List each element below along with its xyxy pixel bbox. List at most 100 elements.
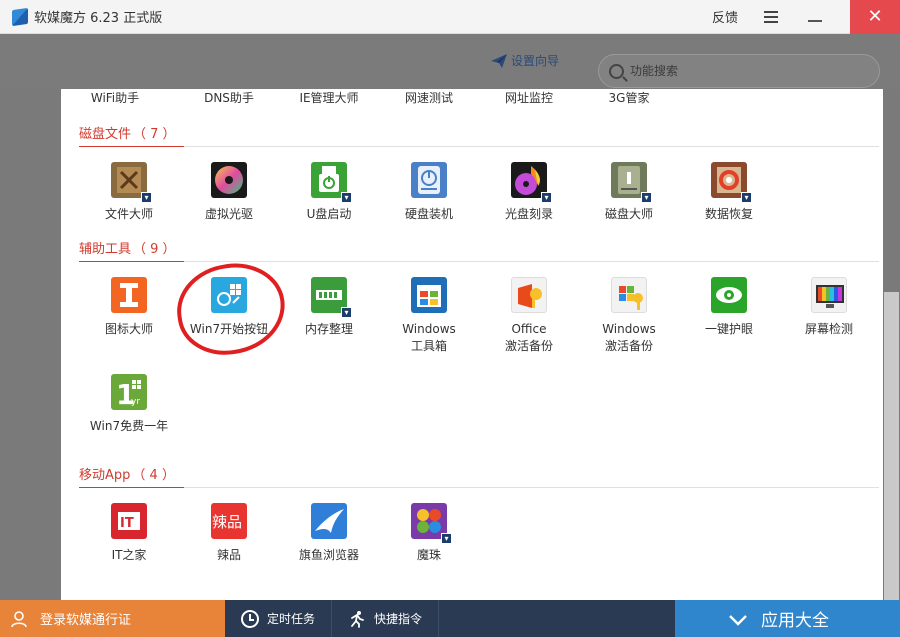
search-icon <box>609 63 624 79</box>
all-apps-label: 应用大全 <box>761 611 829 631</box>
app-logo-icon <box>12 7 28 26</box>
minimize-icon[interactable] <box>808 19 822 22</box>
tile-label: 图标大师 <box>104 322 153 336</box>
sailfish-browser-icon <box>311 503 347 539</box>
tile-label: 屏幕检测 <box>804 322 853 336</box>
tile-usb-boot[interactable]: ▾ U盘启动 <box>279 162 379 223</box>
tile-label: 文件大师 <box>104 207 153 221</box>
windows-activation-icon <box>611 277 647 313</box>
tile-data-recovery[interactable]: ▾ 数据恢复 <box>679 162 779 223</box>
paper-plane-icon <box>491 53 507 68</box>
magic-bead-icon: ▾ <box>411 503 452 544</box>
tile-label: 虚拟光驱 <box>204 207 253 221</box>
quick-commands-label: 快捷指令 <box>374 612 423 626</box>
tile-ithome[interactable]: IT IT之家 <box>79 503 179 564</box>
tile-screen-test[interactable]: 屏幕检测 <box>779 277 879 338</box>
vertical-scrollbar[interactable] <box>884 292 899 600</box>
tile-label: 光盘刻录 <box>504 207 553 221</box>
tile-label: Office 激活备份 <box>504 322 553 353</box>
tile-label: Windows 工具箱 <box>402 322 456 353</box>
clock-icon <box>241 609 259 628</box>
svg-text:yr: yr <box>131 397 140 407</box>
tile-label: 内存整理 <box>304 322 353 336</box>
tile-windows-toolbox[interactable]: Windows 工具箱 <box>379 277 479 355</box>
svg-text:IT: IT <box>120 516 134 531</box>
scheduled-tasks-button[interactable]: 定时任务 <box>225 600 333 637</box>
all-apps-button[interactable]: 应用大全 <box>675 600 900 637</box>
section-header-aux-tools: 辅助工具（ 9 ） <box>79 238 879 262</box>
disk-master-icon: ▾ <box>611 162 652 203</box>
office-activation-icon <box>511 277 547 313</box>
search-box[interactable] <box>598 54 880 88</box>
tile-label: 魔珠 <box>416 548 441 562</box>
network-tools-row: WiFi助手 DNS助手 IE管理大师 网速测试 网址监控 3G管家 <box>61 89 883 109</box>
tile-icon-master[interactable]: 图标大师 <box>79 277 179 338</box>
list-item[interactable]: 网速测试 <box>379 89 479 106</box>
tile-label: U盘启动 <box>306 207 352 221</box>
tile-label: 磁盘大师 <box>604 207 653 221</box>
tile-virtual-drive[interactable]: 虚拟光驱 <box>179 162 279 223</box>
lapin-icon: 辣品 <box>211 503 247 539</box>
title-bar: 软媒魔方 6.23 正式版 反馈 ✕ <box>0 0 900 34</box>
ithome-icon: IT <box>111 503 147 539</box>
list-item[interactable]: WiFi助手 <box>65 89 165 106</box>
window-title: 软媒魔方 6.23 正式版 <box>34 11 163 26</box>
login-label: 登录软媒通行证 <box>40 613 132 628</box>
tile-office-activation[interactable]: Office 激活备份 <box>479 277 579 355</box>
arrow-down-icon <box>729 614 747 626</box>
tile-disk-install[interactable]: 硬盘装机 <box>379 162 479 223</box>
tile-memory-cleanup[interactable]: ▾ 内存整理 <box>279 277 379 338</box>
quick-commands-button[interactable]: 快捷指令 <box>332 600 440 637</box>
tile-label: Windows 激活备份 <box>602 322 656 353</box>
windows-toolbox-icon <box>411 277 447 313</box>
tile-label: Win7免费一年 <box>89 419 169 433</box>
login-button[interactable]: 登录软媒通行证 <box>0 600 225 637</box>
tile-lapin[interactable]: 辣品 辣品 <box>179 503 279 564</box>
tile-eye-care[interactable]: 一键护眼 <box>679 277 779 338</box>
svg-text:辣品: 辣品 <box>212 513 242 531</box>
feedback-link[interactable]: 反馈 <box>712 7 738 26</box>
section-title: 移动App （ 4 ） <box>79 468 175 483</box>
close-button[interactable]: ✕ <box>850 0 900 34</box>
list-item[interactable]: IE管理大师 <box>279 89 379 106</box>
tile-label: 辣品 <box>216 548 241 562</box>
tile-windows-activation[interactable]: Windows 激活备份 <box>579 277 679 355</box>
section-header-mobile-apps: 移动App （ 4 ） <box>79 464 879 488</box>
tile-label: IT之家 <box>111 548 147 562</box>
file-master-icon: ▾ <box>111 162 152 203</box>
setup-guide-button[interactable]: 设置向导 <box>490 52 559 69</box>
virtual-drive-icon <box>211 162 247 198</box>
search-input[interactable] <box>630 64 850 78</box>
disk-install-icon <box>411 162 447 198</box>
highlight-circle <box>171 256 291 362</box>
tile-sailfish-browser[interactable]: 旗鱼浏览器 <box>279 503 379 564</box>
tile-disk-master[interactable]: ▾ 磁盘大师 <box>579 162 679 223</box>
memory-cleanup-icon: ▾ <box>311 277 352 318</box>
icon-master-icon <box>111 277 147 313</box>
setup-guide-label: 设置向导 <box>511 54 560 68</box>
bottom-bar: 登录软媒通行证 定时任务 快捷指令 应用大全 <box>0 600 900 637</box>
list-item[interactable]: 网址监控 <box>479 89 579 106</box>
screen-test-icon <box>811 277 847 313</box>
tile-label: 硬盘装机 <box>404 207 453 221</box>
data-recovery-icon: ▾ <box>711 162 752 203</box>
list-item[interactable]: DNS助手 <box>179 89 279 106</box>
win7-free-year-icon: 1 yr <box>111 374 147 411</box>
tile-disc-burn[interactable]: ▾ 光盘刻录 <box>479 162 579 223</box>
tile-label: 旗鱼浏览器 <box>298 548 359 562</box>
tile-magic-bead[interactable]: ▾ 魔珠 <box>379 503 479 564</box>
tile-win7-free-year[interactable]: 1 yr Win7免费一年 <box>79 374 179 435</box>
list-item[interactable]: 3G管家 <box>579 89 679 106</box>
scheduled-tasks-label: 定时任务 <box>267 612 316 626</box>
usb-boot-icon: ▾ <box>311 162 352 203</box>
menu-icon[interactable] <box>764 10 778 23</box>
tile-file-master[interactable]: ▾ 文件大师 <box>79 162 179 223</box>
content-panel: WiFi助手 DNS助手 IE管理大师 网速测试 网址监控 3G管家 磁盘文件（… <box>61 89 883 600</box>
section-title: 辅助工具（ 9 ） <box>79 242 176 257</box>
disc-burn-icon: ▾ <box>511 162 552 203</box>
section-header-disk-files: 磁盘文件（ 7 ） <box>79 123 879 147</box>
running-man-icon <box>351 610 364 628</box>
eye-care-icon <box>711 277 747 313</box>
user-icon <box>11 610 27 627</box>
tile-label: 一键护眼 <box>704 322 753 336</box>
